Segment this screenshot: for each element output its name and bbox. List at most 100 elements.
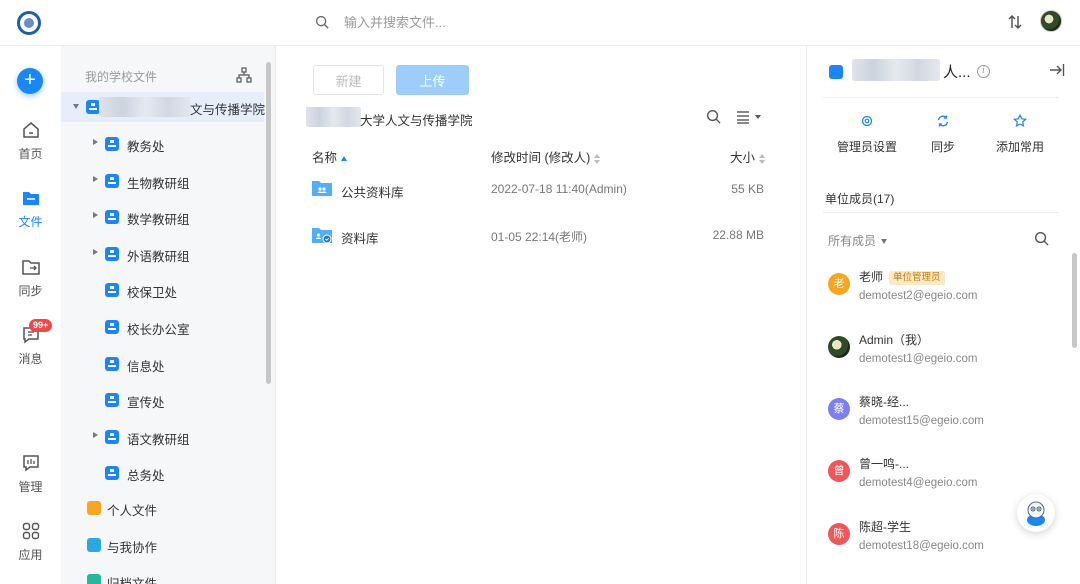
assistant-mascot-icon[interactable] (1017, 494, 1055, 532)
member-item[interactable]: Admin（我） demotest1@egeio.com (828, 330, 1058, 380)
tree-item[interactable]: 数学教研组 (61, 202, 264, 232)
department-icon (105, 210, 119, 224)
column-modified[interactable]: 修改时间 (修改人) (491, 147, 601, 166)
member-item[interactable]: 老老师 单位管理员 demotest2@egeio.com (828, 267, 1058, 317)
rail-manage[interactable]: 管理 (0, 454, 61, 495)
caret-right-icon[interactable] (93, 212, 98, 218)
tree-archive[interactable]: 归档文件 (61, 566, 264, 584)
member-avatar: 蔡 (828, 398, 850, 420)
sync-folder-icon (21, 260, 40, 275)
collaborate-icon (87, 538, 101, 552)
tree-item[interactable]: 信息处 (61, 349, 264, 379)
tree-item-label: 语文教研组 (127, 433, 190, 447)
rail-manage-label: 管理 (18, 480, 43, 494)
caret-right-icon[interactable] (93, 176, 98, 182)
member-filter[interactable]: 所有成员 (828, 232, 888, 249)
chevron-down-icon (881, 239, 888, 245)
search-icon[interactable] (706, 109, 721, 124)
member-email: demotest2@egeio.com (859, 290, 978, 302)
search-input[interactable] (344, 11, 724, 33)
tree-item[interactable]: 校长办公室 (61, 312, 264, 342)
tree-scrollbar[interactable] (266, 62, 271, 384)
rail-home[interactable]: 首页 (0, 121, 61, 162)
redacted-breadcrumb (306, 107, 361, 127)
caret-down-icon[interactable] (73, 104, 79, 109)
school-logo[interactable] (17, 11, 41, 35)
tree-root[interactable]: 文与传播学院 (61, 92, 266, 122)
member-email: demotest1@egeio.com (859, 353, 978, 365)
department-icon (105, 320, 119, 334)
search-icon[interactable] (315, 15, 329, 29)
member-email: demotest18@egeio.com (859, 540, 984, 552)
department-icon (829, 65, 843, 79)
department-icon (105, 137, 119, 151)
tree-item-label: 生物教研组 (127, 177, 190, 191)
file-list-panel: 新建 上传 大学人文与传播学院 名称 修改时间 (修改人) 大小 公共资料库 2… (276, 46, 806, 584)
star-icon (1013, 114, 1027, 128)
sync-button[interactable]: 同步 (903, 114, 983, 155)
member-name: 曾一鸣-... (859, 457, 909, 471)
member-filter-label: 所有成员 (828, 234, 877, 248)
column-size[interactable]: 大小 (730, 147, 766, 166)
apps-grid-icon (22, 522, 39, 540)
column-name[interactable]: 名称 (312, 147, 348, 166)
new-button[interactable]: 新建 (313, 65, 384, 95)
transfer-icon[interactable] (1006, 13, 1024, 31)
department-icon (105, 283, 119, 297)
add-button[interactable]: + (17, 68, 43, 94)
rail-files-label: 文件 (18, 215, 43, 229)
rail-files[interactable]: 文件 (0, 189, 61, 230)
tree-item[interactable]: 外语教研组 (61, 239, 264, 269)
admin-settings-button[interactable]: 管理员设置 (827, 114, 907, 155)
redacted-title (852, 59, 940, 81)
tree-item-label: 教务处 (127, 140, 165, 154)
member-avatar: 曾 (828, 460, 850, 482)
search-icon[interactable] (1034, 231, 1049, 246)
rail-apps-label: 应用 (18, 548, 43, 562)
rail-sync[interactable]: 同步 (0, 258, 61, 299)
file-modified: 01-05 22:14(老师) (491, 230, 588, 244)
column-size-label: 大小 (730, 151, 756, 165)
member-name: Admin（我） (859, 333, 930, 347)
member-name-wrap: 陈超-学生 (859, 518, 911, 535)
tree-item[interactable]: 总务处 (61, 458, 264, 488)
upload-button[interactable]: 上传 (396, 65, 469, 95)
collapse-panel-icon[interactable] (1049, 62, 1065, 78)
department-icon (86, 100, 100, 114)
tree-item-label: 总务处 (127, 469, 165, 483)
file-row[interactable]: 公共资料库 2022-07-18 11:40(Admin) 55 KB (306, 170, 776, 210)
members-scrollbar[interactable] (1072, 253, 1077, 348)
rail-home-label: 首页 (18, 147, 43, 161)
caret-right-icon[interactable] (93, 249, 98, 255)
rail-apps[interactable]: 应用 (0, 522, 61, 563)
breadcrumb[interactable]: 大学人文与传播学院 (360, 110, 473, 129)
messages-badge: 99+ (29, 319, 53, 332)
top-bar (0, 0, 1080, 46)
tree-root-label: 文与传播学院 (190, 103, 266, 117)
tree-item[interactable]: 校保卫处 (61, 275, 264, 305)
rail-messages[interactable]: 99+ 消息 (0, 319, 61, 367)
file-row[interactable]: 资料库 01-05 22:14(老师) 22.88 MB (306, 216, 776, 256)
tree-item[interactable]: 教务处 (61, 129, 264, 159)
rail-sync-label: 同步 (18, 284, 43, 298)
tree-item[interactable]: 生物教研组 (61, 166, 264, 196)
tree-item-label: 信息处 (127, 360, 165, 374)
caret-right-icon[interactable] (93, 139, 98, 145)
list-view-icon[interactable] (736, 110, 766, 124)
caret-right-icon[interactable] (93, 432, 98, 438)
file-name: 资料库 (341, 232, 379, 246)
member-name: 陈超-学生 (859, 520, 911, 534)
tree-header: 我的学校文件 (85, 70, 158, 84)
add-favorite-button[interactable]: 添加常用 (980, 114, 1060, 155)
member-item[interactable]: 蔡蔡晓-经... demotest15@egeio.com (828, 392, 1058, 442)
info-icon[interactable]: i (977, 65, 990, 78)
user-avatar[interactable] (1040, 10, 1062, 32)
org-chart-icon[interactable] (236, 67, 252, 83)
admin-settings-label: 管理员设置 (836, 140, 897, 154)
tree-collab[interactable]: 与我协作 (61, 530, 264, 560)
tree-personal[interactable]: 个人文件 (61, 493, 264, 523)
redacted-name (99, 97, 191, 117)
tree-archive-label: 归档文件 (107, 577, 158, 584)
tree-item[interactable]: 宣传处 (61, 385, 264, 415)
tree-item[interactable]: 语文教研组 (61, 422, 264, 452)
